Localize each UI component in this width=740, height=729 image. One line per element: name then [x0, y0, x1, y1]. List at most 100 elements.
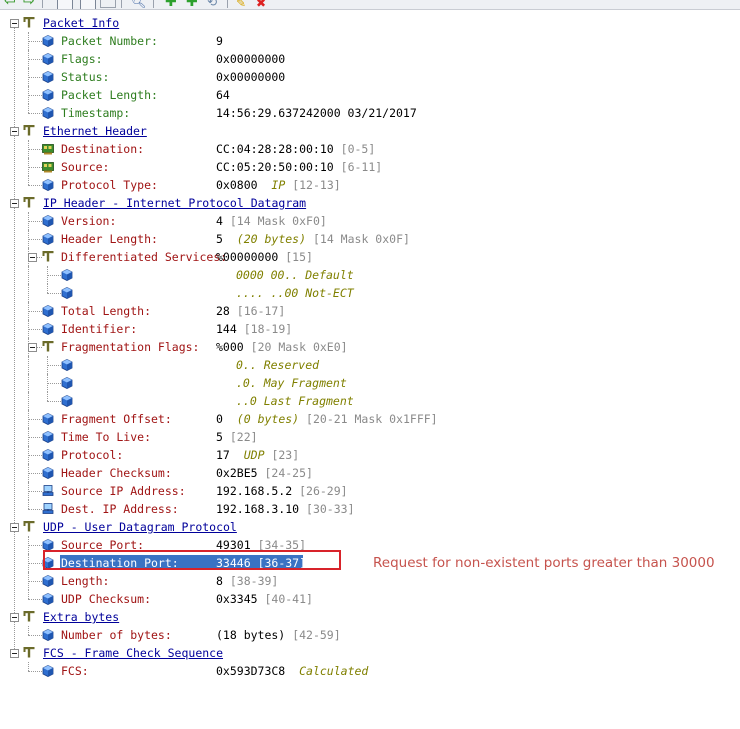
field-value: 0x00000000 — [216, 52, 285, 66]
field-row-time-to-live[interactable]: Time To Live: 5 [22] — [0, 428, 740, 446]
field-row-dest-ip-address[interactable]: Dest. IP Address: 192.168.3.10 [30-33] — [0, 500, 740, 518]
field-label: Flags: — [61, 52, 103, 66]
field-row-number-of-bytes[interactable]: Number of bytes: (18 bytes) [42-59] — [0, 626, 740, 644]
field-value: 0x2BE5 [24-25] — [216, 466, 313, 480]
field-row-timestamp[interactable]: Timestamp: 14:56:29.637242000 03/21/2017 — [0, 104, 740, 122]
field-value: 0x3345 [40-41] — [216, 592, 313, 606]
byte-range: [6-11] — [340, 160, 383, 174]
bit-row[interactable]: ..0 Last Fragment — [0, 392, 740, 410]
tree-guide — [28, 356, 29, 374]
collapse-toggle[interactable] — [10, 19, 19, 28]
field-cube-icon — [42, 593, 54, 605]
field-label: Total Length: — [61, 304, 152, 318]
group-header[interactable]: Extra bytes — [43, 610, 119, 624]
field-row-protocol[interactable]: Protocol: 17 UDP [23] — [0, 446, 740, 464]
field-row-source[interactable]: Source: CC:05:20:50:00:10 [6-11] — [0, 158, 740, 176]
tree-guide — [28, 176, 29, 185]
bit-row[interactable]: 0.. Reserved — [0, 356, 740, 374]
tree-guide — [28, 671, 42, 672]
tree-guide — [28, 563, 42, 564]
field-row-header-checksum[interactable]: Header Checksum: 0x2BE5 [24-25] — [0, 464, 740, 482]
field-row-fcs[interactable]: FCS: 0x593D73C8 Calculated — [0, 662, 740, 680]
value-text: 144 — [216, 322, 237, 336]
field-value: 192.168.3.10 [30-33] — [216, 502, 355, 516]
field-cube-icon — [42, 71, 54, 83]
value-text: 5 — [216, 232, 223, 246]
field-row-source-ip-address[interactable]: Source IP Address: 192.168.5.2 [26-29] — [0, 482, 740, 500]
field-label: Destination: — [61, 142, 145, 156]
value-text: CC:05:20:50:00:10 — [216, 160, 334, 174]
value-text: 0x3345 — [216, 592, 258, 606]
field-row-length[interactable]: Length: 8 [38-39] — [0, 572, 740, 590]
group-header[interactable]: UDP - User Datagram Protocol — [43, 520, 237, 534]
field-row-destination[interactable]: Destination: CC:04:28:28:00:10 [0-5] — [0, 140, 740, 158]
value-note: (0 bytes) — [236, 412, 300, 426]
field-row-packet-length[interactable]: Packet Length: 64 — [0, 86, 740, 104]
group-header[interactable]: Ethernet Header — [43, 124, 147, 138]
field-row-version[interactable]: Version: 4 [14 Mask 0xF0] — [0, 212, 740, 230]
collapse-toggle[interactable] — [10, 523, 19, 532]
collapse-toggle[interactable] — [10, 649, 19, 658]
field-row-fragment-offset[interactable]: Fragment Offset: 0 (0 bytes) [20-21 Mask … — [0, 410, 740, 428]
field-value: %00000000 [15] — [216, 250, 313, 264]
field-row-differentiated-services[interactable]: Differentiated Services: %00000000 [15] — [0, 248, 740, 266]
branch-icon — [23, 610, 35, 622]
field-value: %000 [20 Mask 0xE0] — [216, 340, 348, 354]
field-value: 28 [16-17] — [216, 304, 285, 318]
tree-guide — [28, 599, 42, 600]
group-header[interactable]: FCS - Frame Check Sequence — [43, 646, 223, 660]
field-value: 4 [14 Mask 0xF0] — [216, 214, 327, 228]
collapse-toggle[interactable] — [28, 253, 37, 262]
tree-guide — [28, 68, 29, 86]
collapse-toggle[interactable] — [10, 127, 19, 136]
field-row-fragmentation-flags[interactable]: Fragmentation Flags: %000 [20 Mask 0xE0] — [0, 338, 740, 356]
value-text: (18 bytes) — [216, 628, 286, 642]
tree-guide — [28, 311, 42, 312]
tree-guide — [28, 635, 42, 636]
field-row-header-length[interactable]: Header Length: 5 (20 bytes) [14 Mask 0x0F… — [0, 230, 740, 248]
field-label: Source IP Address: — [61, 484, 186, 498]
bit-description: .0. May Fragment — [236, 376, 347, 390]
field-cube-icon — [42, 215, 54, 227]
group-row-extra-bytes[interactable]: Extra bytes — [0, 608, 740, 653]
tree-guide — [28, 464, 29, 482]
group-row-ethernet-header[interactable]: Ethernet Header — [0, 122, 740, 203]
highlight-box — [43, 550, 341, 570]
field-row-protocol-type[interactable]: Protocol Type: 0x0800 IP [12-13] — [0, 176, 740, 194]
tree-guide — [28, 590, 29, 599]
field-row-packet-number[interactable]: Packet Number: 9 — [0, 32, 740, 50]
branch-icon — [23, 196, 35, 208]
group-header[interactable]: IP Header - Internet Protocol Datagram — [43, 196, 306, 210]
tree-guide — [28, 41, 42, 42]
bit-row[interactable]: .0. May Fragment — [0, 374, 740, 392]
collapse-toggle[interactable] — [10, 199, 19, 208]
computer-icon — [42, 503, 54, 515]
field-row-udp-checksum[interactable]: UDP Checksum: 0x3345 [40-41] — [0, 590, 740, 608]
byte-range: [26-29] — [299, 484, 348, 498]
tree-guide — [28, 554, 29, 572]
collapse-toggle[interactable] — [28, 343, 37, 352]
group-row-udp-user-datagram-protocol[interactable]: UDP - User Datagram Protocol — [0, 518, 740, 617]
field-row-flags[interactable]: Flags: 0x00000000 — [0, 50, 740, 68]
value-text: 192.168.5.2 — [216, 484, 293, 498]
collapse-toggle[interactable] — [10, 613, 19, 622]
group-row-ip-header-internet-protocol-datagram[interactable]: IP Header - Internet Protocol Datagram — [0, 194, 740, 527]
tree-guide — [28, 320, 29, 338]
byte-range: [24-25] — [264, 466, 313, 480]
field-label: Time To Live: — [61, 430, 152, 444]
bit-row[interactable]: 0000 00.. Default — [0, 266, 740, 284]
field-cube-icon — [42, 323, 54, 335]
group-row-fcs-frame-check-sequence[interactable]: FCS - Frame Check Sequence — [0, 644, 740, 662]
group-header[interactable]: Packet Info — [43, 16, 119, 30]
bit-row[interactable]: .... ..00 Not-ECT — [0, 284, 740, 302]
byte-range: [23] — [271, 448, 300, 462]
field-cube-icon — [42, 467, 54, 479]
field-row-identifier[interactable]: Identifier: 144 [18-19] — [0, 320, 740, 338]
value-text: 8 — [216, 574, 223, 588]
annotation-text: Request for non-existent ports greater t… — [373, 555, 715, 571]
field-row-status[interactable]: Status: 0x00000000 — [0, 68, 740, 86]
tree-guide — [28, 302, 29, 320]
field-label: Protocol Type: — [61, 178, 158, 192]
field-row-total-length[interactable]: Total Length: 28 [16-17] — [0, 302, 740, 320]
group-row-packet-info[interactable]: Packet Info — [0, 14, 740, 131]
